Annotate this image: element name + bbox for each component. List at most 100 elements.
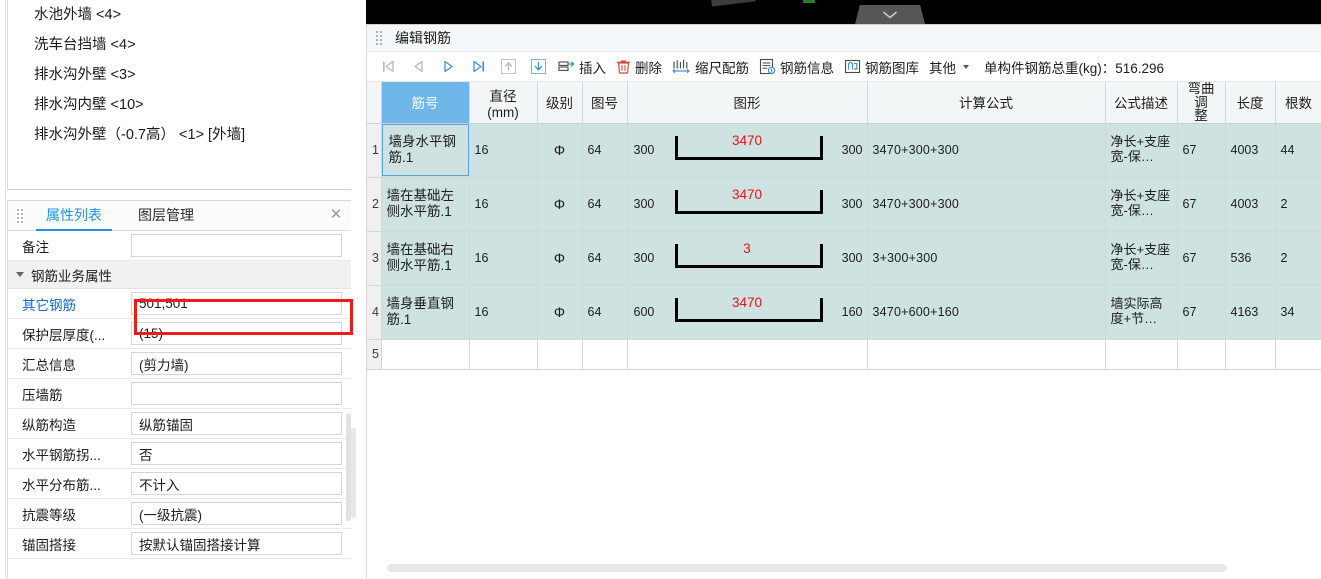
row-number-cell[interactable]: 1 bbox=[367, 123, 382, 178]
cell-rebar-no[interactable]: 墙在基础左侧水平筋.1 bbox=[381, 177, 470, 232]
scale-rebar-button[interactable]: 缩尺配筋 bbox=[667, 54, 754, 80]
table-row[interactable]: 1 墙身水平钢筋.1 16 Φ 64 300 3470 300 3470+300+300 净长+支… bbox=[367, 123, 1321, 178]
cell-formula[interactable]: 3470+300+300 bbox=[867, 177, 1106, 232]
rebar-grid[interactable]: 筋号 直径(mm) 级别 图号 图形 计算公式 公式描述 弯曲调 整 长度 根数… bbox=[367, 82, 1321, 578]
cell-bend-adjust[interactable]: 67 bbox=[1177, 231, 1226, 286]
property-value-input[interactable]: 纵筋锚固 bbox=[131, 412, 342, 435]
col-header-grade[interactable]: 级别 bbox=[537, 82, 583, 124]
other-menu-button[interactable]: 其他 bbox=[924, 54, 974, 80]
col-header-rebar-no[interactable]: 筋号 bbox=[381, 82, 470, 124]
rebar-library-button[interactable]: 钢筋图库 bbox=[839, 54, 924, 80]
tab-layer-management[interactable]: 图层管理 bbox=[128, 201, 204, 231]
property-value-input[interactable]: 按默认锚固搭接计算 bbox=[131, 532, 342, 555]
selected-cell[interactable]: 墙身水平钢筋.1 bbox=[381, 124, 468, 176]
col-header-figure-no[interactable]: 图号 bbox=[582, 82, 628, 124]
col-header-formula-desc[interactable]: 公式描述 bbox=[1105, 82, 1178, 124]
cell-count[interactable]: 2 bbox=[1275, 177, 1321, 232]
cell-rebar-no[interactable]: 墙身垂直钢筋.1 bbox=[381, 285, 470, 340]
property-row-remark[interactable]: 备注 bbox=[8, 231, 354, 261]
cell-formula-desc[interactable]: 净长+支座宽-保… bbox=[1105, 231, 1178, 286]
table-row[interactable]: 2 墙在基础左侧水平筋.1 16 Φ 64 300 3470 300 3470+300+300 净… bbox=[367, 177, 1321, 232]
cell-formula-desc[interactable] bbox=[1105, 339, 1178, 370]
cell-shape[interactable]: 300 3470 300 bbox=[627, 177, 868, 232]
property-group-rebar-business[interactable]: 钢筋业务属性 bbox=[8, 261, 354, 289]
cell-bend-adjust[interactable]: 67 bbox=[1177, 123, 1226, 178]
cell-shape[interactable]: 300 3470 300 bbox=[627, 123, 868, 178]
move-down-button[interactable] bbox=[523, 54, 553, 80]
cell-figure-no[interactable]: 64 bbox=[582, 177, 628, 232]
page-scrollbar-thumb[interactable] bbox=[351, 428, 356, 518]
cell-figure-no[interactable] bbox=[582, 339, 628, 370]
cell-length[interactable]: 536 bbox=[1225, 231, 1276, 286]
chevron-down-icon[interactable] bbox=[16, 272, 24, 277]
drag-grip-icon[interactable] bbox=[376, 31, 384, 45]
cell-formula-desc[interactable]: 净长+支座宽-保… bbox=[1105, 177, 1178, 232]
cell-formula[interactable]: 3470+300+300 bbox=[867, 123, 1106, 178]
property-row-longitudinal-construction[interactable]: 纵筋构造 纵筋锚固 bbox=[8, 409, 354, 439]
cell-grade[interactable]: Φ bbox=[537, 231, 583, 286]
list-item[interactable]: 洗车台挡墙 <4> bbox=[8, 30, 354, 60]
list-item[interactable]: 排水沟内壁 <10> bbox=[8, 90, 354, 120]
property-row-wall-press-rebar[interactable]: 压墙筋 bbox=[8, 379, 354, 409]
col-header-bend-adjust[interactable]: 弯曲调 整 bbox=[1177, 82, 1226, 124]
prev-record-button[interactable] bbox=[403, 54, 433, 80]
property-value-input[interactable] bbox=[131, 382, 342, 405]
next-record-button[interactable] bbox=[433, 54, 463, 80]
property-row-cover-thickness[interactable]: 保护层厚度(... (15) bbox=[8, 319, 354, 349]
property-value-input[interactable]: 否 bbox=[131, 442, 342, 465]
property-value-input[interactable]: (15) bbox=[131, 322, 342, 345]
other-rebar-input[interactable]: 501,501 bbox=[131, 292, 342, 315]
rebar-info-button[interactable]: 钢筋信息 bbox=[754, 54, 839, 80]
move-up-button[interactable] bbox=[493, 54, 523, 80]
cell-grade[interactable]: Φ bbox=[537, 177, 583, 232]
row-number-cell[interactable]: 5 bbox=[367, 339, 382, 370]
list-item[interactable]: 水池外墙 <4> bbox=[8, 0, 354, 30]
property-row-horizontal-rebar-bend[interactable]: 水平钢筋拐... 否 bbox=[8, 439, 354, 469]
cell-formula-desc[interactable]: 墙实际高度+节… bbox=[1105, 285, 1178, 340]
insert-button[interactable]: 插入 bbox=[553, 54, 611, 80]
list-item[interactable]: 排水沟外壁 <3> bbox=[8, 60, 354, 90]
cell-diameter[interactable] bbox=[469, 339, 538, 370]
delete-button[interactable]: 删除 bbox=[611, 54, 667, 80]
property-value-input[interactable]: (一级抗震) bbox=[131, 502, 342, 525]
first-record-button[interactable] bbox=[373, 54, 403, 80]
property-value-input[interactable]: 不计入 bbox=[131, 472, 342, 495]
row-number-cell[interactable]: 3 bbox=[367, 231, 382, 286]
property-row-horizontal-distribution[interactable]: 水平分布筋... 不计入 bbox=[8, 469, 354, 499]
cell-length[interactable]: 4163 bbox=[1225, 285, 1276, 340]
cell-rebar-no[interactable] bbox=[381, 339, 470, 370]
cell-formula[interactable] bbox=[867, 339, 1106, 370]
property-value-input[interactable]: (剪力墙) bbox=[131, 352, 342, 375]
property-row-other-rebar[interactable]: 其它钢筋 501,501 bbox=[8, 289, 354, 319]
col-header-diameter[interactable]: 直径(mm) bbox=[469, 82, 538, 124]
cell-diameter[interactable]: 16 bbox=[469, 177, 538, 232]
cell-count[interactable] bbox=[1275, 339, 1321, 370]
cell-grade[interactable]: Φ bbox=[537, 285, 583, 340]
cell-shape[interactable]: 600 3470 160 bbox=[627, 285, 868, 340]
cell-count[interactable]: 34 bbox=[1275, 285, 1321, 340]
cell-bend-adjust[interactable] bbox=[1177, 339, 1226, 370]
cell-figure-no[interactable]: 64 bbox=[582, 285, 628, 340]
cell-shape[interactable] bbox=[627, 339, 868, 370]
cell-rebar-no[interactable]: 墙在基础右侧水平筋.1 bbox=[381, 231, 470, 286]
property-value-input[interactable] bbox=[131, 234, 342, 257]
cell-count[interactable]: 44 bbox=[1275, 123, 1321, 178]
cell-formula[interactable]: 3470+600+160 bbox=[867, 285, 1106, 340]
cell-formula[interactable]: 3+300+300 bbox=[867, 231, 1106, 286]
cell-rebar-no[interactable]: 墙身水平钢筋.1 bbox=[381, 123, 470, 178]
list-item[interactable]: 排水沟外壁（-0.7高） <1> [外墙] bbox=[8, 120, 354, 150]
table-row[interactable]: 5 bbox=[367, 339, 1321, 370]
table-row[interactable]: 4 墙身垂直钢筋.1 16 Φ 64 600 3470 160 3470+600+160 墙实际高… bbox=[367, 285, 1321, 340]
cell-bend-adjust[interactable]: 67 bbox=[1177, 177, 1226, 232]
cell-grade[interactable]: Φ bbox=[537, 123, 583, 178]
cell-figure-no[interactable]: 64 bbox=[582, 231, 628, 286]
cell-shape[interactable]: 300 3 300 bbox=[627, 231, 868, 286]
cell-grade[interactable] bbox=[537, 339, 583, 370]
tab-property-list[interactable]: 属性列表 bbox=[36, 201, 112, 231]
row-number-cell[interactable]: 4 bbox=[367, 285, 382, 340]
grid-hscrollbar-thumb[interactable] bbox=[387, 564, 1227, 572]
last-record-button[interactable] bbox=[463, 54, 493, 80]
table-row[interactable]: 3 墙在基础右侧水平筋.1 16 Φ 64 300 3 300 3+300+300 净长+支座宽-… bbox=[367, 231, 1321, 286]
cell-figure-no[interactable]: 64 bbox=[582, 123, 628, 178]
row-number-cell[interactable]: 2 bbox=[367, 177, 382, 232]
